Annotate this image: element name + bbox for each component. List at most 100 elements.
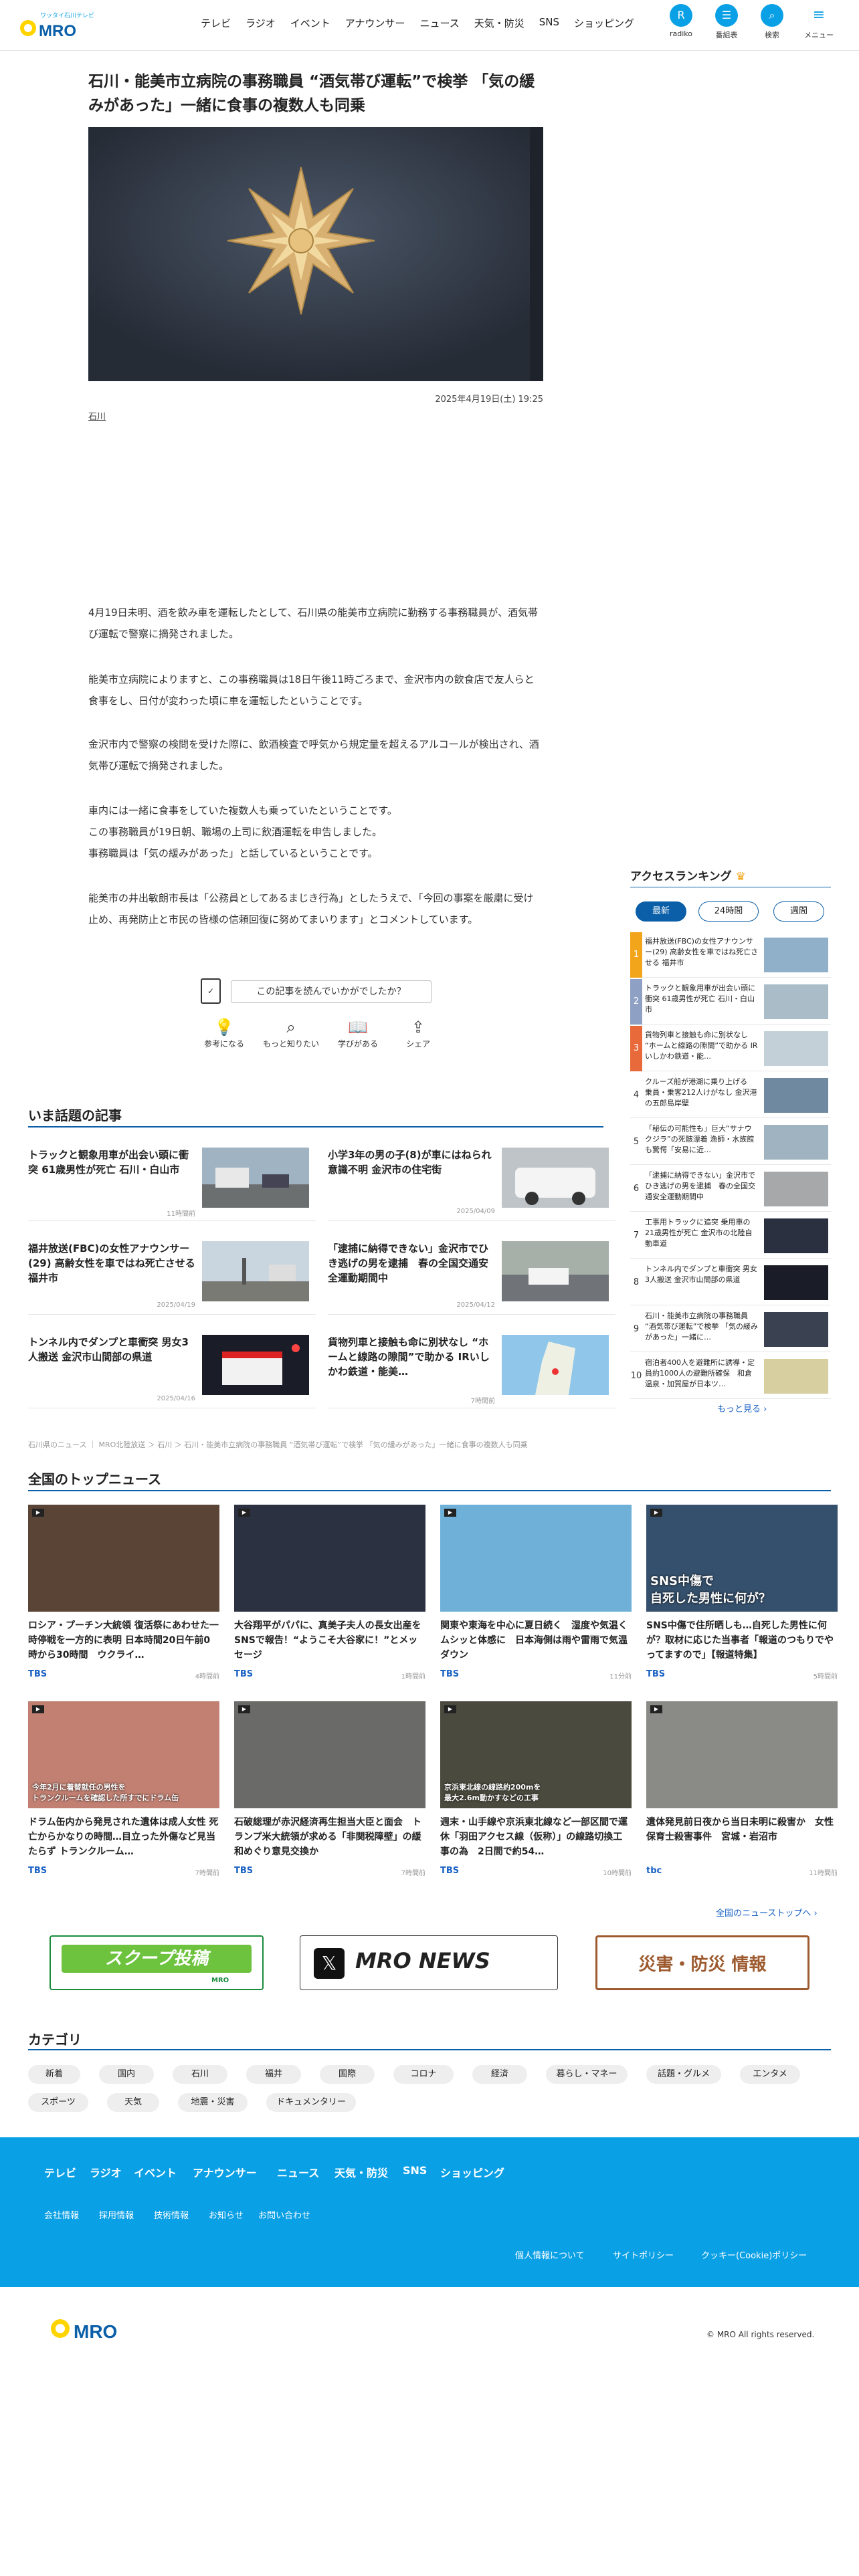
news-thumbnail: ▶ <box>440 1505 632 1612</box>
scoop-banner[interactable]: スクープ投稿 MRO <box>50 1935 264 1990</box>
national-more-link[interactable]: 全国のニューストップへ › <box>716 1906 818 1919</box>
article-title: 石川・能美市立病院の事務職員 “酒気帯び運転”で検挙 「気の緩みがあった」一緒に… <box>88 73 535 114</box>
footer-sub-link[interactable]: 技術情報 <box>154 2208 189 2221</box>
ranking-item[interactable]: 2 トラックと観象用車が出会い頭に衝突 61歳男性が死亡 石川・白山市 <box>630 979 831 1025</box>
ranking-item[interactable]: 10 宿泊者400人を避難所に誘導・定員約1000人の避難所確保 和倉温泉・加賀屋… <box>630 1354 831 1399</box>
ranking-item[interactable]: 6 「逮捕に納得できない」金沢市でひき逃げの男を逮捕 春の全国交通安全運動期間中 <box>630 1166 831 1212</box>
footer-nav-link[interactable]: 天気・防災 <box>335 2164 388 2180</box>
footer-nav-link[interactable]: アナウンサー <box>193 2164 257 2180</box>
news-date: 5時間前 <box>813 1673 838 1681</box>
program-guide-button[interactable]: ☰ 番組表 <box>708 4 745 40</box>
national-heading: 全国のトップニュース <box>28 1471 161 1487</box>
thumbnail <box>202 1335 309 1395</box>
footer-sub-link[interactable]: 採用情報 <box>99 2208 134 2221</box>
article-tag[interactable]: 石川 <box>88 409 106 422</box>
nav-announcer[interactable]: アナウンサー <box>345 16 405 30</box>
nav-event[interactable]: イベント <box>290 16 330 30</box>
national-news-item[interactable]: ▶ SNS中傷で 自死した男性に何が？ SNS中傷で住所晒しも…自死した男性に何が？… <box>646 1505 838 1685</box>
category-pill[interactable]: スポーツ <box>28 2093 88 2112</box>
category-pill[interactable]: 暮らし・マネー <box>546 2065 628 2084</box>
nav-weather[interactable]: 天気・防災 <box>474 16 524 30</box>
footer-sub-link[interactable]: お問い合わせ <box>258 2208 310 2221</box>
breadcrumb[interactable]: 石川県のニュース ｜ MRO北陸放送 ＞ 石川 ＞ 石川・能美市立病院の事務職員… <box>28 1439 528 1450</box>
trending-item[interactable]: 小学3年の男の子(8)が車にはねられ意識不明 金沢市の住宅街 2025/04/0… <box>328 1148 615 1221</box>
national-news-item[interactable]: ▶ 遺体発見前日夜から当日未明に殺害か 女性保育士殺害事件 宮城・岩沼市 tbc 11… <box>646 1701 838 1882</box>
national-news-item[interactable]: ▶ 京浜東北線の線路約200mを 最大2.6m動かすなどの工事 週末・山手線や京浜東… <box>440 1701 632 1882</box>
ranking-tab-24h[interactable]: 24時間 <box>698 901 759 922</box>
reaction-learn-button[interactable]: 📖 学びがある <box>328 1016 388 1049</box>
rank-number: 3 <box>630 1026 642 1071</box>
footer-nav-link[interactable]: テレビ <box>44 2164 76 2180</box>
footer-legal-link[interactable]: クッキー(Cookie)ポリシー <box>701 2248 807 2261</box>
ranking-item[interactable]: 3 貨物列車と接触も命に別状なし “ホームと線路の隙間”で助かる IRいしかわ鉄道… <box>630 1026 831 1071</box>
category-pill[interactable]: ドキュメンタリー <box>266 2093 356 2112</box>
category-pill[interactable]: 地震・災害 <box>178 2093 248 2112</box>
nav-shopping[interactable]: ショッピング <box>574 16 634 30</box>
ranking-item[interactable]: 9 石川・能美市立病院の事務職員 “酒気帯び運転”で検挙 「気の緩みがあった」一緒… <box>630 1307 831 1352</box>
trending-item[interactable]: 貨物列車と接触も命に別状なし “ホームと線路の隙間”で助かる IRいしかわ鉄道・… <box>328 1335 615 1408</box>
ranking-title: クルーズ船が港湖に乗り上げる 乗員・乗客212人けがなし 金沢港の五郎島岸壁 <box>645 1077 757 1107</box>
ranking-item[interactable]: 4 クルーズ船が港湖に乗り上げる 乗員・乗客212人けがなし 金沢港の五郎島岸壁 <box>630 1073 831 1118</box>
nav-news[interactable]: ニュース <box>419 16 459 30</box>
search-button[interactable]: ⌕ 検索 <box>753 4 791 40</box>
national-news-item[interactable]: ▶ 石破総理が赤沢経済再生担当大臣と面会 トランプ米大統領が求める「非関税障壁」の… <box>234 1701 425 1882</box>
ranking-title: 石川・能美市立病院の事務職員 “酒気帯び運転”で検挙 「気の緩みがあった」一緒に… <box>645 1311 758 1341</box>
footer-sub-link[interactable]: 会社情報 <box>44 2208 79 2221</box>
category-pill[interactable]: 天気 <box>107 2093 159 2112</box>
category-pill[interactable]: 福井 <box>246 2065 301 2084</box>
category-pill[interactable]: 経済 <box>472 2065 527 2084</box>
ranking-item[interactable]: 7 工事用トラックに追突 乗用車の21歳男性が死亡 金沢市の北陸自動車道 <box>630 1213 831 1259</box>
ranking-tab-latest[interactable]: 最新 <box>636 901 686 922</box>
ranking-item[interactable]: 1 福井放送(FBC)の女性アナウンサー(29) 高齢女性を車ではね死亡させる 福… <box>630 932 831 978</box>
menu-button[interactable]: ≡ メニュー <box>800 4 838 40</box>
mro-news-banner[interactable]: 𝕏 MRO NEWS <box>300 1935 558 1990</box>
footer-sub-link[interactable]: お知らせ <box>209 2208 244 2221</box>
thumbnail <box>764 938 828 972</box>
footer-nav-link[interactable]: ニュース <box>277 2164 319 2180</box>
share-button[interactable]: ⇪ シェア <box>388 1016 448 1049</box>
radiko-button[interactable]: R radiko <box>662 4 700 38</box>
ranking-tab-weekly[interactable]: 週間 <box>773 901 824 922</box>
national-news-item[interactable]: ▶ ロシア・プーチン大統領 復活祭にあわせた一時停戦を一方的に表明 日本時間20日… <box>28 1505 219 1685</box>
national-news-item[interactable]: ▶ 関東や東海を中心に夏日続く 湿度や気温くムシッと体感に 日本海側は雨や雷雨で気… <box>440 1505 632 1685</box>
nav-sns[interactable]: SNS <box>539 16 559 30</box>
trending-item[interactable]: トラックと観象用車が出会い頭に衝突 61歳男性が死亡 石川・白山市 11時間前 <box>28 1148 316 1221</box>
nav-tv[interactable]: テレビ <box>201 16 231 30</box>
nav-radio[interactable]: ラジオ <box>246 16 276 30</box>
footer-nav-link[interactable]: SNS <box>403 2164 427 2177</box>
footer-nav-link[interactable]: ラジオ <box>90 2164 122 2180</box>
video-play-icon: ▶ <box>444 1705 456 1713</box>
ranking-item[interactable]: 5 「秘伝の可能性も」巨大“サナウクジラ”の死骸漂着 漁師・水族館も驚愕「安易に近… <box>630 1119 831 1165</box>
trending-item[interactable]: 福井放送(FBC)の女性アナウンサー(29) 高齢女性を車ではね死亡させる 福井… <box>28 1241 316 1315</box>
category-pill[interactable]: コロナ <box>393 2065 454 2084</box>
mro-logo[interactable]: MRO ワッタイ石川テレビ <box>19 9 106 41</box>
news-thumbnail: ▶ <box>234 1701 425 1808</box>
rank-number: 8 <box>633 1277 640 1287</box>
category-pill[interactable]: 新着 <box>28 2065 80 2084</box>
footer-legal-link[interactable]: 個人情報について <box>515 2248 585 2261</box>
footer-nav-link[interactable]: ショッピング <box>440 2164 504 2180</box>
rank-number: 5 <box>633 1137 640 1147</box>
reaction-helpful-button[interactable]: 💡 参考になる <box>194 1016 254 1049</box>
category-pill[interactable]: 国際 <box>320 2065 375 2084</box>
footer-logo[interactable]: MRO <box>48 2304 142 2345</box>
news-date: 11分前 <box>609 1673 632 1681</box>
category-pill[interactable]: エンタメ <box>740 2065 800 2084</box>
magnifier-icon: ⌕ <box>286 1018 296 1037</box>
category-pill[interactable]: 石川 <box>173 2065 227 2084</box>
national-news-item[interactable]: ▶ 今年2月に着替就任の男性を トランクルームを確認した所すでにドラム缶 ドラム缶内… <box>28 1701 219 1882</box>
footer-legal-link[interactable]: サイトポリシー <box>613 2248 674 2261</box>
category-pill[interactable]: 国内 <box>99 2065 154 2084</box>
thumbnail <box>502 1148 609 1208</box>
ranking-more-link[interactable]: もっと見る › <box>717 1402 767 1414</box>
national-news-item[interactable]: ▶ 大谷翔平がパパに、真美子夫人の長女出産をSNSで報告！“ようこそ大谷家に！”と… <box>234 1505 425 1685</box>
category-pill[interactable]: 話題・グルメ <box>646 2065 721 2084</box>
ranking-item[interactable]: 8 トンネル内でダンプと車衝突 男女3人搬送 金沢市山間部の県道 <box>630 1260 831 1305</box>
trending-item[interactable]: トンネル内でダンプと車衝突 男女3人搬送 金沢市山間部の県道 2025/04/1… <box>28 1335 316 1408</box>
footer-nav-link[interactable]: イベント <box>134 2164 177 2180</box>
news-thumbnail: ▶ <box>234 1505 425 1612</box>
rank-number: 7 <box>633 1230 640 1241</box>
disaster-info-banner[interactable]: 災害・防災 情報 <box>595 1935 809 1990</box>
reaction-more-button[interactable]: ⌕ もっと知りたい <box>261 1016 321 1049</box>
trending-item[interactable]: 「逮捕に納得できない」金沢市でひき逃げの男を逮捕 春の全国交通安全運動期間中 2… <box>328 1241 615 1315</box>
